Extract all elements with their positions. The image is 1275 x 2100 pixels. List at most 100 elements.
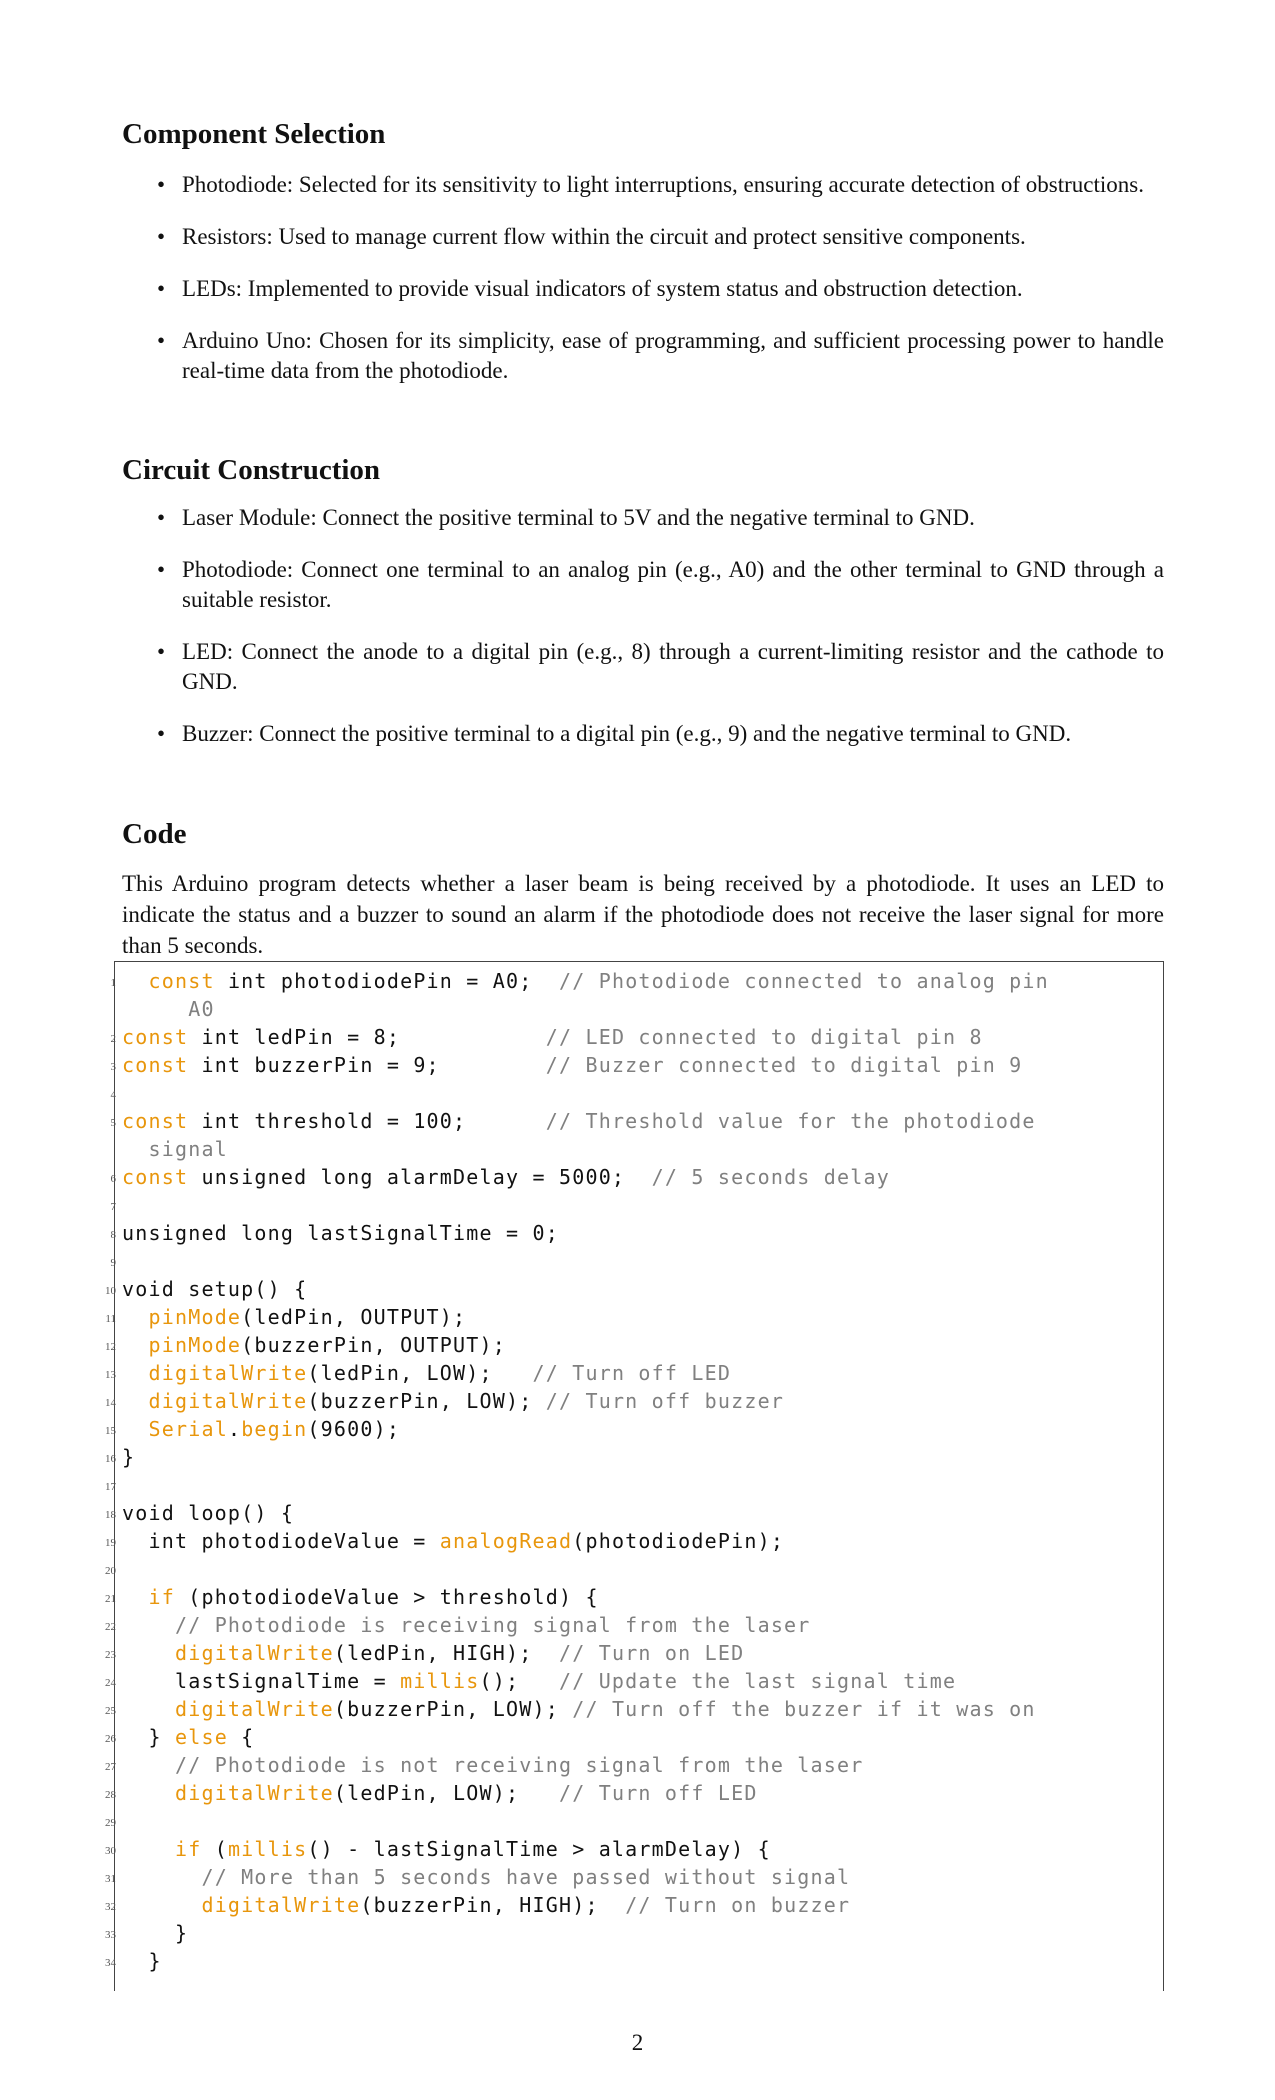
code-line: 8 unsigned long lastSignalTime = 0; (111, 1219, 1162, 1247)
code-keyword: if (174, 1837, 202, 1861)
code-line: 18 void loop() { (105, 1499, 1162, 1527)
heading-circuit-construction: Circuit Construction (122, 454, 381, 486)
code-line: 3 const int buzzerPin = 9; // Buzzer conn… (111, 1051, 1162, 1079)
code-line: 9 (111, 1247, 1162, 1275)
list-item: Arduino Uno: Chosen for its simplicity, … (157, 326, 1164, 386)
code-keyword: const (122, 1025, 189, 1049)
line-number: 7 (110, 1201, 117, 1213)
code-line: 6 const unsigned long alarmDelay = 5000; … (111, 1163, 1162, 1191)
code-text: lastSignalTime = (122, 1669, 401, 1693)
line-number: 15 (105, 1425, 116, 1437)
line-number: 21 (105, 1593, 116, 1605)
list-item: Photodiode: Connect one terminal to an a… (157, 555, 1164, 615)
line-number: 31 (105, 1873, 116, 1885)
code-keyword: digitalWrite (201, 1893, 361, 1917)
line-number: 13 (105, 1369, 116, 1381)
list-item: LED: Connect the anode to a digital pin … (157, 637, 1164, 697)
line-number: 10 (105, 1285, 116, 1297)
code-text: (ledPin, LOW); (333, 1781, 559, 1805)
code-text: } (122, 1921, 189, 1945)
code-line: 15 Serial.begin(9600); (105, 1415, 1162, 1443)
line-number: 2 (110, 1033, 117, 1045)
line-number: 23 (105, 1649, 116, 1661)
code-text: unsigned long lastSignalTime = 0; (122, 1221, 559, 1245)
code-keyword: digitalWrite (174, 1641, 334, 1665)
code-text: ( (201, 1837, 228, 1861)
component-selection-list: Photodiode: Selected for its sensitivity… (157, 170, 1164, 408)
circuit-construction-list: Laser Module: Connect the positive termi… (157, 503, 1164, 771)
code-text: (9600); (307, 1417, 401, 1441)
code-line: 27 // Photodiode is not receiving signal… (105, 1751, 1162, 1779)
line-number: 11 (105, 1313, 116, 1325)
code-line: 7 (111, 1191, 1162, 1219)
line-number: 5 (110, 1117, 117, 1129)
heading-code: Code (122, 818, 187, 850)
line-number: 27 (105, 1761, 116, 1773)
code-text: (ledPin, LOW); (307, 1361, 533, 1385)
code-line: 10 void setup() { (105, 1275, 1162, 1303)
code-text: int photodiodeValue = (122, 1529, 440, 1553)
code-keyword: pinMode (148, 1333, 242, 1357)
line-number: 12 (105, 1341, 116, 1353)
code-line: 14 digitalWrite(buzzerPin, LOW); // Turn… (105, 1387, 1162, 1415)
line-number: 24 (105, 1677, 116, 1689)
line-number: 28 (105, 1789, 116, 1801)
list-item: Buzzer: Connect the positive terminal to… (157, 719, 1164, 749)
code-comment: // Turn off LED (532, 1361, 732, 1385)
line-number: 26 (105, 1733, 116, 1745)
page-number: 2 (631, 2030, 644, 2055)
code-keyword: millis (227, 1837, 308, 1861)
code-keyword: analogRead (439, 1529, 573, 1553)
line-number: 4 (110, 1089, 117, 1101)
code-line: 28 digitalWrite(ledPin, LOW); // Turn of… (105, 1779, 1162, 1807)
code-line: 34 } (105, 1947, 1162, 1975)
code-line: 13 digitalWrite(ledPin, LOW); // Turn of… (105, 1359, 1162, 1387)
list-item: Resistors: Used to manage current flow w… (157, 222, 1164, 252)
code-text: int ledPin = 8; (188, 1025, 546, 1049)
list-item: LEDs: Implemented to provide visual indi… (157, 274, 1164, 304)
code-text: void loop() { (122, 1501, 295, 1525)
code-line: 33 } (105, 1919, 1162, 1947)
code-line: 16} (105, 1443, 1162, 1471)
line-number: 33 (105, 1929, 116, 1941)
code-text: (ledPin, HIGH); (333, 1641, 559, 1665)
code-comment: // Photodiode is not receiving signal fr… (174, 1753, 864, 1777)
line-number: 14 (105, 1397, 116, 1409)
code-line: 20 (105, 1555, 1162, 1583)
code-comment: // Buzzer connected to digital pin 9 (545, 1053, 1023, 1077)
code-comment: // Turn off LED (558, 1781, 758, 1805)
code-text: } (122, 1445, 136, 1469)
code-comment: // 5 seconds delay (651, 1165, 890, 1189)
code-line: 21 if (photodiodeValue > threshold) { (105, 1583, 1162, 1611)
line-number: 17 (105, 1481, 116, 1493)
heading-component-selection: Component Selection (122, 118, 386, 150)
code-line: 25 digitalWrite(buzzerPin, LOW); // Turn… (105, 1695, 1162, 1723)
code-text: (buzzerPin, LOW); (333, 1697, 573, 1721)
code-keyword: digitalWrite (148, 1389, 308, 1413)
code-line: 23 digitalWrite(ledPin, HIGH); // Turn o… (105, 1639, 1162, 1667)
line-number: 3 (110, 1061, 117, 1073)
code-line: 12 pinMode(buzzerPin, OUTPUT); (105, 1331, 1162, 1359)
line-number: 22 (105, 1621, 116, 1633)
code-text: int photodiodePin = A0; (214, 969, 559, 993)
line-number: 1 (110, 977, 117, 989)
code-intro-paragraph: This Arduino program detects whether a l… (122, 871, 1164, 958)
code-line: 19 int photodiodeValue = analogRead(phot… (105, 1527, 1162, 1555)
line-number: 30 (105, 1845, 116, 1857)
code-line: 32 digitalWrite(buzzerPin, HIGH); // Tur… (105, 1891, 1162, 1919)
code-text: } (122, 1725, 175, 1749)
code-line: 26 } else { (105, 1723, 1162, 1751)
code-comment: // Update the last signal time (558, 1669, 957, 1693)
code-line: 11 pinMode(ledPin, OUTPUT); (105, 1303, 1162, 1331)
code-text: int threshold = 100; (188, 1109, 546, 1133)
line-number: 34 (105, 1957, 116, 1969)
